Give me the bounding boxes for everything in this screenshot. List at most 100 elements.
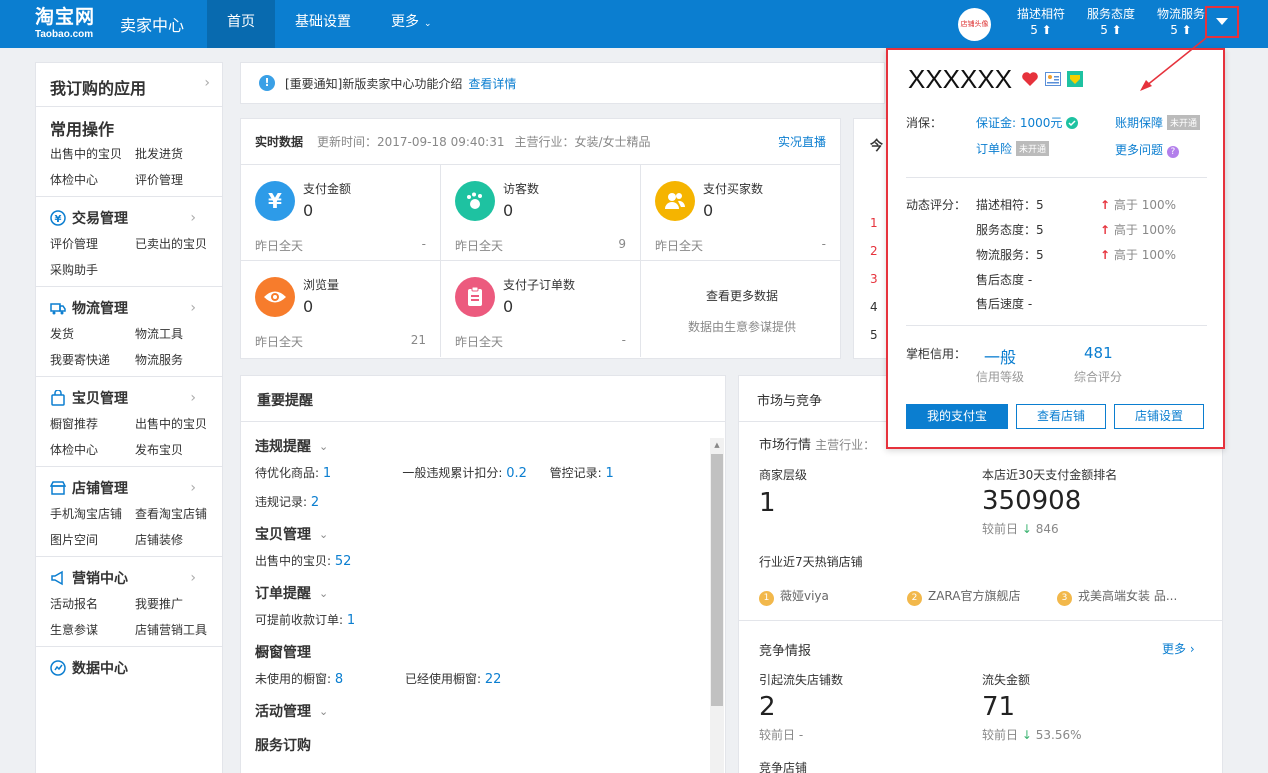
sidebar-link[interactable]: 生意参谋 bbox=[50, 621, 135, 638]
view-shop-button[interactable]: 查看店铺 bbox=[1016, 404, 1106, 429]
section-toggle[interactable]: 活动管理 ⌄ bbox=[255, 701, 697, 721]
more-data: 查看更多数据 数据由生意参谋提供 bbox=[642, 261, 842, 357]
sidebar-section-data: 数据中心 bbox=[36, 647, 222, 693]
metric-pageviews[interactable]: 浏览量 0 昨日全天 21 bbox=[241, 261, 441, 357]
section-toggle[interactable]: 宝贝管理 ⌄ bbox=[255, 524, 697, 544]
id-card-icon bbox=[1045, 72, 1061, 86]
item-count-link[interactable]: 1 bbox=[606, 466, 614, 481]
sidebar-section-header[interactable]: ¥ 交易管理 › bbox=[50, 207, 208, 229]
sidebar-section-header[interactable]: 物流管理 › bbox=[50, 297, 208, 319]
score-value: 5 ⬆ bbox=[1030, 23, 1052, 37]
my-alipay-button[interactable]: 我的支付宝 bbox=[906, 404, 1008, 429]
notice-detail-link[interactable]: 查看详情 bbox=[468, 75, 516, 92]
sidebar-link[interactable]: 发货 bbox=[50, 325, 135, 342]
footprint-icon bbox=[455, 181, 495, 221]
sidebar-link[interactable]: 采购助手 bbox=[50, 261, 135, 278]
nav-basic-settings-label: 基础设置 bbox=[295, 14, 351, 30]
sidebar-link[interactable]: 物流工具 bbox=[135, 325, 220, 342]
overall-score[interactable]: 481 bbox=[1084, 344, 1113, 362]
hot-shop[interactable]: 1 薇娅viya bbox=[759, 587, 829, 606]
sidebar-link[interactable]: 体检中心 bbox=[50, 441, 135, 458]
compete-shops-title: 竞争店铺 bbox=[759, 761, 808, 773]
scrollbar[interactable]: ▲ bbox=[710, 438, 724, 773]
rank-number: 4 bbox=[870, 300, 878, 314]
rating-service: 服务态度：5 bbox=[976, 223, 1044, 237]
hot-shop[interactable]: 2 ZARA官方旗舰店 bbox=[907, 587, 1021, 606]
deposit-link[interactable]: 保证金: 1000元 bbox=[976, 114, 1079, 131]
nav-basic-settings[interactable]: 基础设置 bbox=[275, 0, 371, 48]
shop-dropdown-button[interactable] bbox=[1205, 6, 1239, 38]
item-count-link[interactable]: 2 bbox=[311, 495, 319, 510]
metric-pay-amount[interactable]: ¥ 支付金额 0 昨日全天 - bbox=[241, 165, 441, 261]
section-title: 订单提醒 bbox=[255, 586, 311, 602]
score-description[interactable]: 描述相符 5 ⬆ bbox=[1006, 6, 1076, 38]
info-icon: ! bbox=[259, 75, 275, 91]
sidebar-link[interactable]: 我要寄快递 bbox=[50, 351, 135, 368]
metric-sub-orders[interactable]: 支付子订单数 0 昨日全天 - bbox=[441, 261, 641, 357]
sidebar-link[interactable]: 查看淘宝店铺 bbox=[135, 505, 220, 522]
item-count-link[interactable]: 8 bbox=[335, 672, 343, 687]
item-count-link[interactable]: 0.2 bbox=[506, 466, 527, 481]
rating-compare: ↑ 高于 100% bbox=[1100, 196, 1176, 213]
sidebar-link[interactable]: 物流服务 bbox=[135, 351, 220, 368]
more-questions-text: 更多问题 bbox=[1115, 143, 1164, 157]
sidebar-link[interactable]: 已卖出的宝贝 bbox=[135, 235, 220, 252]
nav-home[interactable]: 首页 bbox=[207, 0, 275, 48]
item-count-link[interactable]: 1 bbox=[347, 613, 355, 628]
item-count-link[interactable]: 22 bbox=[485, 672, 502, 687]
window-section: 橱窗管理 未使用的橱窗: 8 已经使用橱窗: 22 bbox=[255, 642, 697, 687]
metric-buyers[interactable]: 支付买家数 0 昨日全天 - bbox=[641, 165, 840, 261]
metric-visitors[interactable]: 访客数 0 昨日全天 9 bbox=[441, 165, 641, 261]
compete-more-link[interactable]: 更多 › bbox=[1162, 640, 1195, 657]
sidebar-link[interactable]: 图片空间 bbox=[50, 531, 135, 548]
sidebar-link[interactable]: 店铺营销工具 bbox=[135, 621, 220, 638]
sidebar-link[interactable]: 我要推广 bbox=[135, 595, 220, 612]
shop-avatar[interactable]: 店铺头像 bbox=[958, 8, 991, 41]
sidebar-link[interactable]: 评价管理 bbox=[50, 235, 135, 252]
sidebar-link[interactable]: 发布宝贝 bbox=[135, 441, 220, 458]
sidebar-link[interactable]: 出售中的宝贝 bbox=[135, 415, 220, 432]
more-data-link[interactable]: 查看更多数据 bbox=[642, 287, 842, 304]
section-toggle[interactable]: 违规提醒 ⌄ bbox=[255, 436, 697, 456]
sidebar-section-header[interactable]: 店铺管理 › bbox=[50, 477, 208, 499]
sidebar-header[interactable]: 我订购的应用 › bbox=[36, 63, 222, 107]
live-link[interactable]: 实况直播 bbox=[778, 133, 826, 150]
chevron-down-icon: ⌄ bbox=[319, 439, 329, 453]
item-count-link[interactable]: 1 bbox=[323, 466, 331, 481]
sidebar-link[interactable]: 橱窗推荐 bbox=[50, 415, 135, 432]
sidebar-section-header[interactable]: 营销中心 › bbox=[50, 567, 208, 589]
sidebar-link[interactable]: 出售中的宝贝 bbox=[50, 145, 135, 162]
account-guard-link[interactable]: 账期保障 未开通 bbox=[1115, 114, 1201, 131]
scrollbar-thumb[interactable] bbox=[711, 454, 723, 706]
item-count-link[interactable]: 52 bbox=[335, 554, 352, 569]
metric-yesterday-label: 昨日全天 bbox=[255, 239, 304, 253]
sidebar-link[interactable]: 店铺装修 bbox=[135, 531, 220, 548]
metric-yesterday-label: 昨日全天 bbox=[655, 239, 704, 253]
sidebar-link[interactable]: 手机淘宝店铺 bbox=[50, 505, 135, 522]
rating-compare: ↑ 高于 100% bbox=[1100, 221, 1176, 238]
activity-section: 活动管理 ⌄ bbox=[255, 701, 697, 721]
sidebar-link[interactable]: 活动报名 bbox=[50, 595, 135, 612]
more-questions-link[interactable]: 更多问题 ? bbox=[1115, 141, 1179, 158]
taobao-logo[interactable]: 淘宝网 Taobao.com bbox=[35, 8, 95, 40]
main-nav: 首页 基础设置 更多 ⌄ bbox=[207, 0, 452, 48]
sidebar-section-header[interactable]: 宝贝管理 › bbox=[50, 387, 208, 409]
order-insurance-link[interactable]: 订单险 未开通 bbox=[976, 140, 1050, 157]
nav-more[interactable]: 更多 ⌄ bbox=[371, 0, 452, 48]
section-toggle[interactable]: 订单提醒 ⌄ bbox=[255, 583, 697, 603]
scroll-up-icon[interactable]: ▲ bbox=[710, 438, 724, 452]
credit-level[interactable]: 一般 bbox=[984, 344, 1016, 368]
sidebar-link[interactable]: 批发进货 bbox=[135, 145, 220, 162]
rating-after-sale-attitude: 售后态度 - bbox=[976, 273, 1033, 287]
sidebar-section-header[interactable]: 数据中心 bbox=[50, 657, 208, 679]
rating-after-sale-speed: 售后速度 - bbox=[976, 297, 1033, 311]
score-service[interactable]: 服务态度 5 ⬆ bbox=[1076, 6, 1146, 38]
notice-text[interactable]: [重要通知]新版卖家中心功能介绍 bbox=[285, 75, 462, 92]
hot-shop-name: 戎美高端女装 品... bbox=[1078, 589, 1178, 603]
seller-center-title[interactable]: 卖家中心 bbox=[120, 12, 184, 36]
hot-shop[interactable]: 3 戎美高端女装 品... bbox=[1057, 587, 1177, 606]
metric-yesterday-value: - bbox=[621, 333, 626, 347]
sidebar-link[interactable]: 体检中心 bbox=[50, 171, 135, 188]
sidebar-link[interactable]: 评价管理 bbox=[135, 171, 220, 188]
shop-settings-button[interactable]: 店铺设置 bbox=[1114, 404, 1204, 429]
